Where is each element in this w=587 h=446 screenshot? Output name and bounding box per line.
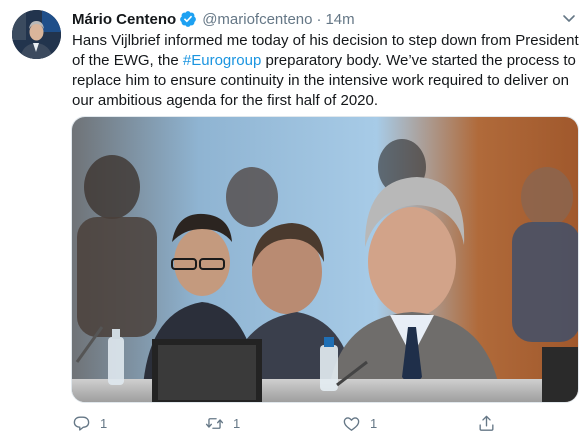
reply-count: 1 <box>100 415 108 431</box>
retweet-count: 1 <box>233 415 241 431</box>
separator-dot: · <box>316 10 322 28</box>
like-button[interactable]: 1 <box>342 411 377 435</box>
photo-illustration <box>72 117 578 402</box>
tweet-actions: 1 1 1 <box>72 411 512 435</box>
retweet-button[interactable]: 1 <box>205 411 240 435</box>
tweet-header: Mário Centeno @mariofcenteno · 14m <box>72 9 355 29</box>
reply-button[interactable]: 1 <box>72 411 107 435</box>
user-handle[interactable]: @mariofcenteno <box>202 11 312 28</box>
hashtag-link[interactable]: #Eurogroup <box>183 52 261 69</box>
avatar[interactable] <box>12 10 61 59</box>
tweet-text: Hans Vijlbrief informed me today of his … <box>72 31 582 111</box>
tweet-photo[interactable] <box>71 116 579 403</box>
verified-badge-icon <box>179 10 197 28</box>
display-name[interactable]: Mário Centeno <box>72 11 176 28</box>
retweet-icon <box>205 417 224 429</box>
share-button[interactable] <box>477 411 496 435</box>
avatar-image <box>12 10 61 59</box>
like-count: 1 <box>370 415 378 431</box>
share-icon <box>479 415 494 431</box>
chevron-down-icon[interactable] <box>559 8 579 28</box>
timestamp[interactable]: 14m <box>325 11 354 28</box>
like-icon <box>343 416 360 431</box>
reply-icon <box>73 415 90 431</box>
